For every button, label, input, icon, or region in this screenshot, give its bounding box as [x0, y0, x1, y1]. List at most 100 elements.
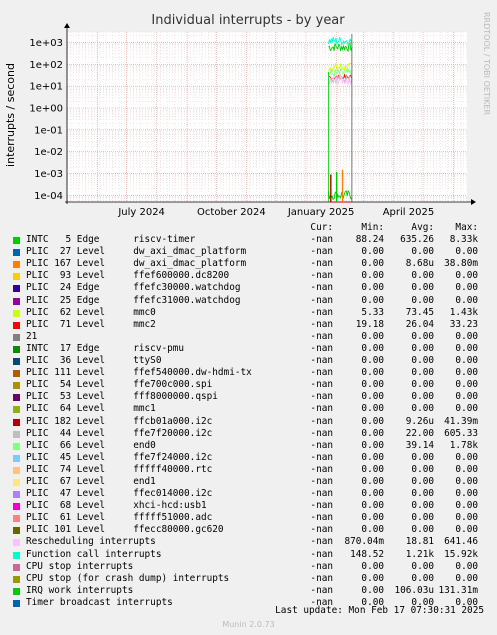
series-min: 0.00 [361, 342, 384, 354]
series-max: 0.00 [455, 403, 478, 415]
series-max: 0.00 [455, 391, 478, 403]
y-tick-label: 1e+01 [29, 82, 63, 93]
rrdtool-credit: RRDTOOL / TOBI OETIKER [482, 12, 491, 115]
munin-version: Munin 2.0.73 [222, 620, 275, 629]
series-min: 870.04m [344, 536, 384, 548]
series-avg: 8.68u [405, 258, 434, 270]
series-avg: 0.00 [411, 524, 434, 536]
series-name: PLIC 61 Level fffff51000.adc [26, 512, 213, 524]
series-name: PLIC 71 Level mmc2 [26, 318, 156, 330]
series-avg: 0.00 [411, 367, 434, 379]
legend-swatch [13, 285, 20, 293]
series-name: PLIC 24 Edge ffefc30000.watchdog [26, 282, 241, 294]
series-avg: 39.14 [405, 439, 434, 451]
legend-swatch [13, 309, 20, 317]
series-max: 38.80m [444, 258, 478, 270]
y-tick-label: 1e-03 [34, 169, 63, 180]
legend-row: PLIC 101 Level ffecc80000.gc620 -nan 0.00 0… [13, 524, 491, 536]
legend-swatch [13, 478, 20, 486]
series-name: PLIC 54 Level ffe700c000.spi [26, 379, 213, 391]
legend-row: CPU stop (for crash dump) interrupts -nan… [13, 573, 491, 585]
series-avg: 0.00 [411, 451, 434, 463]
series-cur: -nan [310, 258, 333, 270]
series-avg: 0.00 [411, 463, 434, 475]
series-cur: -nan [310, 524, 333, 536]
legend-row: PLIC 64 Level mmc1 -nan 0.00 0.00 0.00 [13, 403, 491, 415]
series-min: 0.00 [361, 451, 384, 463]
legend-row: PLIC 67 Level end1 -nan 0.00 0.00 0.00 [13, 476, 491, 488]
series-name: PLIC 53 Level fff8000000.qspi [26, 391, 218, 403]
series-cur: -nan [310, 512, 333, 524]
series-min: 148.52 [350, 548, 384, 560]
legend-swatch [13, 237, 20, 245]
series-name: PLIC 67 Level end1 [26, 475, 156, 487]
col-max-header: Max: [455, 222, 478, 233]
series-avg: 0.00 [411, 246, 434, 258]
legend-header: Cur: Min: Avg: Max: [13, 222, 491, 234]
series-cur: -nan [310, 318, 333, 330]
x-tick-label: October 2024 [197, 207, 266, 218]
series-avg: 0.00 [411, 379, 434, 391]
series-cur: -nan [310, 306, 333, 318]
series-max: 0.00 [455, 294, 478, 306]
series-name: PLIC 25 Edge ffefc31000.watchdog [26, 294, 241, 306]
legend-swatch [13, 491, 20, 499]
series-avg: 106.03u [394, 584, 434, 596]
series-cur: -nan [310, 342, 333, 354]
legend-swatch [13, 515, 20, 523]
legend-swatch [13, 454, 20, 462]
series-name: Rescheduling interrupts [26, 536, 156, 548]
legend-swatch [13, 503, 20, 511]
series-min: 0.00 [361, 500, 384, 512]
series-name: PLIC 62 Level mmc0 [26, 306, 156, 318]
y-tick-label: 1e-04 [34, 191, 63, 202]
y-axis-label: interrupts / second [4, 63, 17, 167]
series-name: PLIC 44 Level ffe7f20000.i2c [26, 427, 213, 439]
legend-row: IRQ work interrupts -nan 0.00 106.03u 131.31… [13, 585, 491, 597]
legend-row: PLIC 47 Level ffec014000.i2c -nan 0.00 0.00… [13, 488, 491, 500]
series-min: 0.00 [361, 427, 384, 439]
series-min: 0.00 [361, 475, 384, 487]
series-avg: 1.21k [405, 548, 434, 560]
series-max: 0.00 [455, 463, 478, 475]
series-avg: 0.00 [411, 330, 434, 342]
series-max: 0.00 [455, 367, 478, 379]
series-max: 0.00 [455, 572, 478, 584]
series-min: 0.00 [361, 258, 384, 270]
series-max: 0.00 [455, 270, 478, 282]
series-name: PLIC 36 Level ttyS0 [26, 355, 162, 367]
y-tick-label: 1e+00 [29, 103, 63, 114]
legend-row: PLIC 182 Level ffcb01a000.i2c -nan 0.00 9.2… [13, 416, 491, 428]
legend-swatch [13, 345, 20, 353]
legend-row: INTC 17 Edge riscv-pmu -nan 0.00 0.00 0.00 [13, 343, 491, 355]
series-cur: -nan [310, 391, 333, 403]
series-name: CPU stop interrupts [26, 560, 134, 572]
series-avg: 0.00 [411, 282, 434, 294]
legend-row: PLIC 25 Edge ffefc31000.watchdog -nan 0.00… [13, 295, 491, 307]
series-min: 0.00 [361, 391, 384, 403]
legend-swatch [13, 442, 20, 450]
y-axis-arrow [64, 23, 70, 28]
legend-row: PLIC 44 Level ffe7f20000.i2c -nan 0.00 22.0… [13, 428, 491, 440]
series-avg: 0.00 [411, 342, 434, 354]
series-avg: 0.00 [411, 500, 434, 512]
x-tick-label: July 2024 [117, 207, 165, 218]
series-cur: -nan [310, 403, 333, 415]
series-min: 0.00 [361, 270, 384, 282]
legend-swatch [13, 563, 20, 571]
legend-swatch [13, 430, 20, 438]
y-tick-label: 1e-02 [34, 147, 63, 158]
series-min: 0.00 [361, 379, 384, 391]
legend-swatch [13, 539, 20, 547]
legend-row: PLIC 24 Edge ffefc30000.watchdog -nan 0.00… [13, 282, 491, 294]
series-min: 0.00 [361, 439, 384, 451]
series-name: PLIC 68 Level xhci-hcd:usb1 [26, 500, 207, 512]
series-avg: 0.00 [411, 475, 434, 487]
legend-row: PLIC 74 Level fffff40000.rtc -nan 0.00 0.00… [13, 464, 491, 476]
series-min: 0.00 [361, 415, 384, 427]
series-cur: -nan [310, 439, 333, 451]
series-name: PLIC 47 Level ffec014000.i2c [26, 488, 213, 500]
series-name: PLIC 93 Level ffef600000.dc8200 [26, 270, 230, 282]
series-max: 0.00 [455, 246, 478, 258]
series-max: 0.00 [455, 355, 478, 367]
